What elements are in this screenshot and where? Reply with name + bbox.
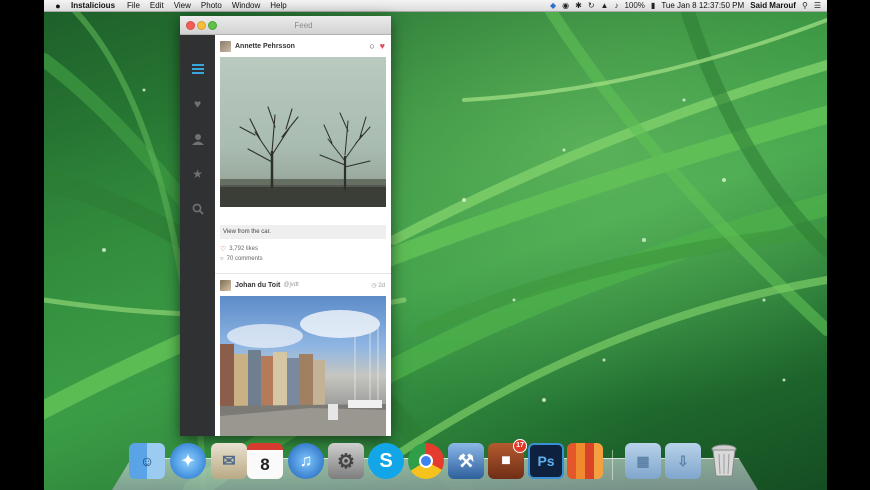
post-divider (215, 273, 391, 274)
gear-icon: ⚙ (337, 450, 355, 473)
post-likes[interactable]: ♡ 3,792 likes (220, 245, 258, 253)
menu-clock[interactable]: Tue Jan 8 12:37:50 PM (661, 1, 744, 10)
window-minimize-button[interactable] (197, 21, 206, 30)
trees-photo-image (220, 106, 386, 207)
window-close-button[interactable] (186, 21, 195, 30)
dropbox-status-icon[interactable]: ◆ (550, 0, 556, 12)
dock-item-mail[interactable]: ✉ (211, 443, 247, 479)
likes-count: 3,792 likes (229, 246, 258, 252)
skype-status-icon[interactable]: ◉ (562, 0, 569, 12)
post-author[interactable]: Johan du Toit (235, 282, 280, 289)
sidebar-item-search[interactable] (180, 197, 215, 221)
menu-bar: ● Instalicious File Edit View Photo Wind… (44, 0, 827, 12)
finder-icon: ☺ (139, 453, 155, 469)
dock-item-photoshop[interactable]: Ps (528, 443, 564, 479)
dock-separator (612, 450, 613, 480)
dock-item-itunes[interactable]: ♫ (288, 443, 324, 479)
post-handle[interactable]: @jvdt (283, 282, 298, 288)
battery-percent[interactable]: 100% (624, 0, 644, 12)
post-author[interactable]: Annette Pehrsson (235, 43, 295, 50)
grass-wallpaper-image (44, 0, 827, 490)
sidebar-item-feed[interactable] (180, 57, 215, 81)
feed-list[interactable]: Annette Pehrsson ○ ♥ View from the car. … (215, 35, 391, 436)
post-header: Johan du Toit @jvdt ◷ 2d (215, 275, 391, 295)
desktop-wallpaper (44, 0, 827, 490)
itunes-icon: ♫ (299, 451, 313, 470)
harbor-photo-image (220, 310, 386, 436)
post-photo[interactable] (220, 296, 386, 436)
volume-status-icon[interactable]: ♪ (614, 0, 618, 12)
dock-item-calendar[interactable]: 8 (247, 443, 283, 479)
dock-item-instalicious[interactable]: ■ 17 (488, 439, 527, 479)
time-machine-status-icon[interactable]: ↻ (588, 0, 595, 12)
dock-item-skype[interactable]: S (368, 443, 404, 479)
menu-help[interactable]: Help (270, 0, 286, 12)
menu-photo[interactable]: Photo (201, 0, 222, 12)
wifi-status-icon[interactable]: ▲ (601, 0, 609, 12)
dock-item-system-preferences[interactable]: ⚙ (328, 443, 364, 479)
post-age-value: 2d (378, 282, 385, 289)
post-header: Annette Pehrsson ○ ♥ (215, 36, 391, 56)
safari-icon: ✦ (181, 453, 195, 470)
heart-icon: ♥ (193, 97, 202, 111)
app-window: Feed ♥ ★ Annette Pehrsson ○ ♥ View from … (180, 16, 391, 436)
like-heart-icon[interactable]: ♥ (380, 41, 385, 51)
trash-icon (711, 444, 737, 477)
menu-window[interactable]: Window (232, 0, 260, 12)
dock-item-books[interactable] (567, 443, 603, 479)
sidebar-item-profile[interactable] (180, 127, 215, 151)
dock-item-downloads[interactable]: ⇩ (665, 443, 701, 479)
post-photo[interactable] (220, 57, 386, 207)
sidebar: ♥ ★ (180, 35, 215, 436)
screen: ● Instalicious File Edit View Photo Wind… (0, 0, 870, 490)
bluetooth-status-icon[interactable]: ✱ (575, 0, 582, 12)
dock-badge: 17 (513, 439, 527, 453)
menu-view[interactable]: View (174, 0, 191, 12)
feed-icon (191, 64, 204, 74)
dock-item-applications[interactable]: ▦ (625, 443, 661, 479)
apple-menu-icon[interactable]: ● (53, 0, 63, 12)
avatar[interactable] (220, 40, 231, 52)
likes-heart-icon: ♡ (220, 246, 227, 253)
clock-icon: ◷ (371, 282, 377, 289)
notification-center-icon[interactable]: ☰ (814, 0, 821, 12)
status-menus: ◆ ◉ ✱ ↻ ▲ ♪ 100% ▮ Tue Jan 8 12:37:50 PM… (550, 0, 827, 12)
post-age: ◷ 2d (371, 282, 385, 289)
sidebar-item-favorites[interactable]: ★ (180, 162, 215, 186)
star-icon: ★ (192, 167, 203, 181)
spotlight-search-icon[interactable]: ⚲ (802, 0, 808, 12)
instalicious-icon: ■ (501, 452, 511, 469)
search-icon (192, 203, 204, 215)
user-icon (191, 134, 204, 145)
calendar-icon: 8 (260, 454, 270, 474)
dock-item-safari[interactable]: ✦ (170, 443, 206, 479)
comment-icon[interactable]: ○ (369, 41, 374, 51)
window-title: Feed (294, 21, 313, 30)
menu-edit[interactable]: Edit (150, 0, 164, 12)
folder-icon: ▦ (636, 452, 650, 469)
dock-item-trash[interactable] (706, 443, 742, 479)
battery-icon[interactable]: ▮ (651, 0, 655, 12)
dock-item-chrome[interactable] (408, 443, 444, 479)
window-titlebar[interactable]: Feed (180, 16, 391, 35)
dock-item-xcode[interactable]: ⚒ (448, 443, 484, 479)
xcode-icon: ⚒ (457, 450, 475, 471)
skype-icon: S (379, 449, 393, 472)
photoshop-icon: Ps (537, 453, 555, 469)
comments-icon: ○ (220, 256, 224, 262)
comments-count: 70 comments (226, 256, 263, 262)
sidebar-item-likes[interactable]: ♥ (180, 92, 215, 116)
mail-icon: ✉ (222, 453, 236, 470)
user-menu[interactable]: Said Marouf (750, 1, 796, 10)
post-caption: View from the car. (220, 225, 386, 239)
post-actions: ○ ♥ (369, 41, 385, 51)
app-menu[interactable]: Instalicious (71, 0, 115, 12)
downloads-folder-icon: ⇩ (677, 452, 689, 469)
dock-item-finder[interactable]: ☺ (129, 443, 165, 479)
post-comments[interactable]: ○ 70 comments (220, 256, 263, 262)
menu-file[interactable]: File (127, 0, 140, 12)
avatar[interactable] (220, 279, 231, 291)
chrome-icon (419, 454, 433, 468)
